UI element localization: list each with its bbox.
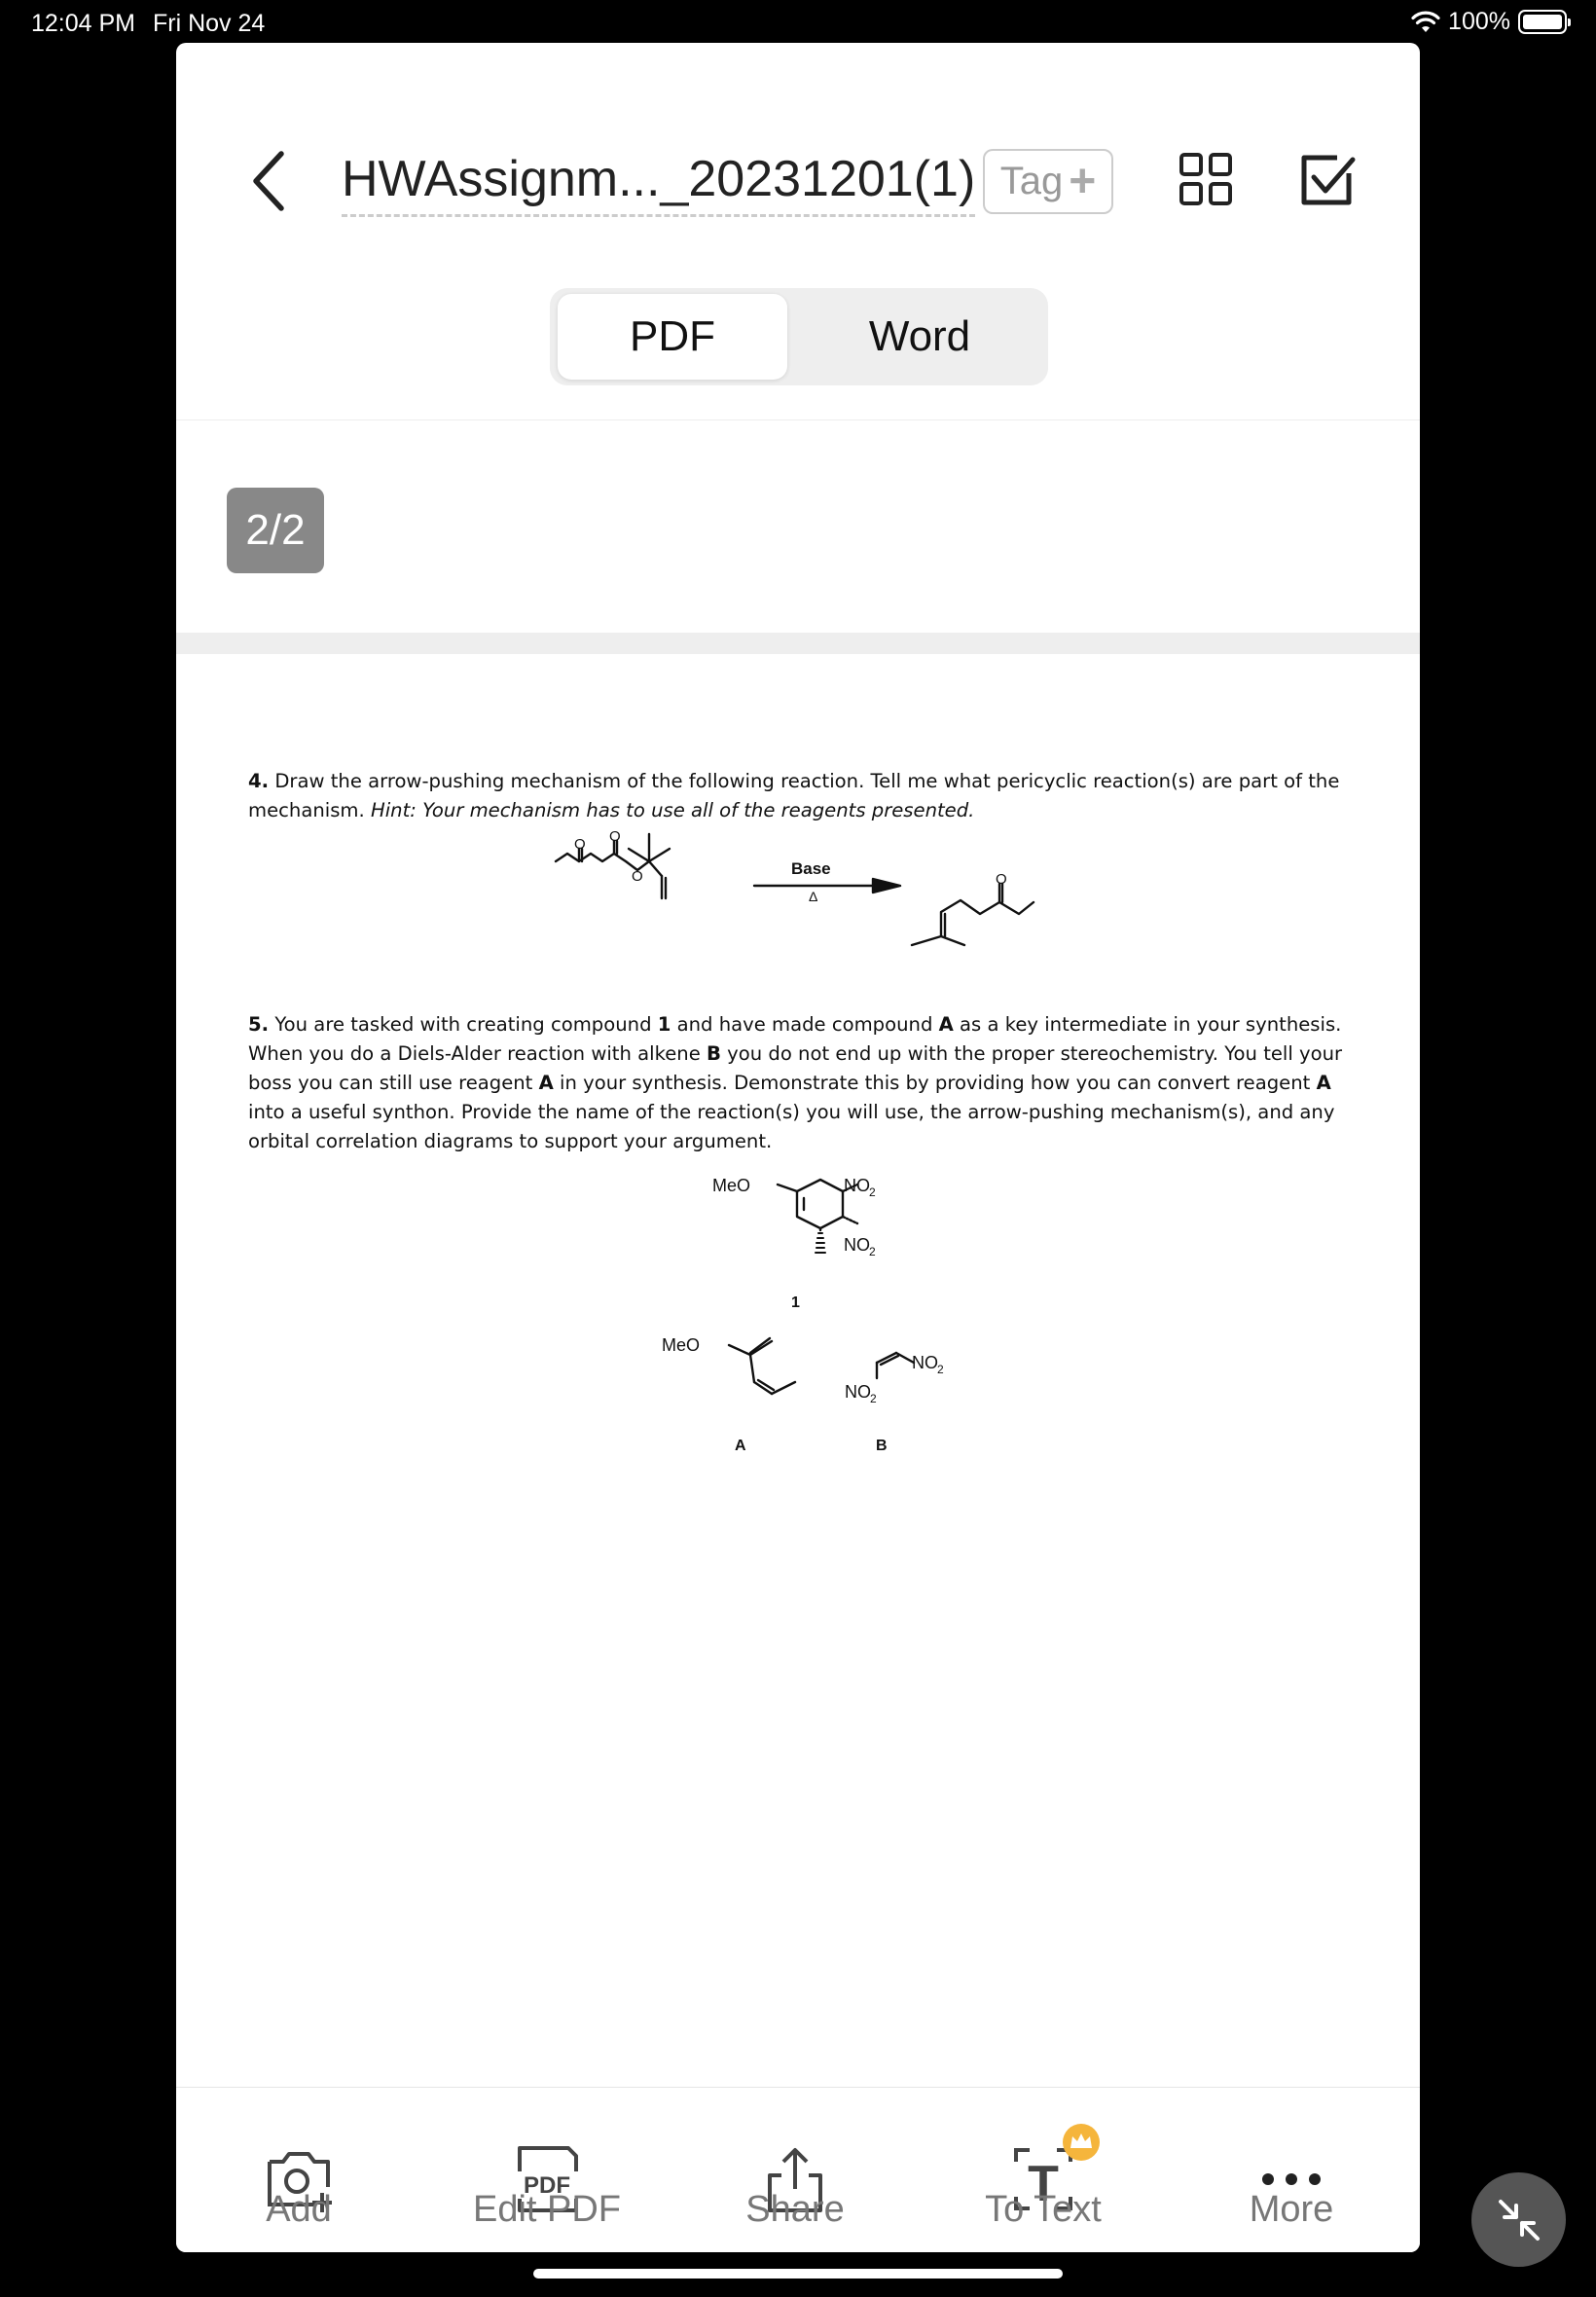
page-divider bbox=[176, 633, 1420, 654]
back-chevron-icon[interactable] bbox=[246, 146, 293, 216]
grid-view-icon[interactable] bbox=[1179, 152, 1233, 206]
edit-pdf-label: Edit PDF bbox=[472, 2189, 622, 2230]
compound-b-no2-bottom-sub: 2 bbox=[870, 1392, 877, 1405]
plus-icon: + bbox=[1069, 156, 1097, 207]
status-date: Fri Nov 24 bbox=[153, 10, 266, 37]
status-time: 12:04 PM bbox=[31, 10, 136, 37]
product-oxygen: O bbox=[996, 871, 1007, 888]
document-page: 4. Draw the arrow-pushing mechanism of t… bbox=[176, 654, 1420, 2093]
tag-button[interactable]: Tag + bbox=[983, 149, 1113, 214]
share-label: Share bbox=[745, 2189, 845, 2230]
format-switcher: PDF Word bbox=[550, 288, 1048, 385]
select-checkbox-icon[interactable] bbox=[1300, 152, 1357, 208]
more-button[interactable]: More bbox=[1194, 2088, 1389, 2252]
collapse-arrows-icon bbox=[1498, 2199, 1540, 2241]
reactant-oxygen-2: O bbox=[609, 828, 621, 845]
status-bar: 12:04 PM Fri Nov 24 100% bbox=[0, 0, 1596, 43]
share-button[interactable]: Share bbox=[698, 2088, 892, 2252]
header: HWAssignm..._20231201(1) Tag + PDF Word bbox=[176, 43, 1420, 420]
compound-1-no2-bottom: NO bbox=[844, 1235, 870, 1255]
tab-pdf[interactable]: PDF bbox=[558, 294, 787, 380]
document-sheet: HWAssignm..._20231201(1) Tag + PDF Word … bbox=[176, 43, 1420, 2252]
to-text-label: To Text bbox=[985, 2189, 1102, 2230]
compound-1-hashed-bond bbox=[815, 1232, 826, 1254]
battery-percent: 100% bbox=[1448, 8, 1510, 35]
battery-icon bbox=[1518, 10, 1571, 34]
compound-1-no2-top-sub: 2 bbox=[869, 1185, 876, 1199]
tab-word[interactable]: Word bbox=[799, 294, 1040, 380]
compound-1-meo: MeO bbox=[712, 1176, 750, 1195]
status-right: 100% bbox=[1411, 8, 1571, 36]
arrow-label-base: Base bbox=[791, 859, 831, 878]
bottom-toolbar: Add PDF Edit PDF Share T To Text More bbox=[176, 2087, 1420, 2252]
premium-crown-icon bbox=[1063, 2124, 1100, 2161]
compound-1-no2-bottom-sub: 2 bbox=[869, 1245, 876, 1258]
compound-b-structure bbox=[875, 1351, 916, 1380]
tag-label: Tag bbox=[999, 160, 1064, 202]
compound-1-label: 1 bbox=[791, 1294, 800, 1311]
q4-product-structure bbox=[910, 882, 1035, 947]
reactant-oxygen-1: O bbox=[574, 836, 586, 853]
compound-a-structure bbox=[727, 1336, 797, 1396]
chemical-structures: O O O O Base Δ MeO NO 2 NO 2 1 MeO A NO … bbox=[554, 828, 1035, 1454]
compound-a-label: A bbox=[735, 1438, 746, 1454]
compound-1-no2-top: NO bbox=[844, 1176, 870, 1195]
compound-b-no2-right: NO bbox=[912, 1353, 938, 1372]
more-label: More bbox=[1249, 2189, 1334, 2230]
page-gap bbox=[176, 420, 1420, 654]
reactant-ester-oxygen: O bbox=[632, 868, 643, 885]
wifi-icon bbox=[1411, 11, 1440, 32]
to-text-button[interactable]: T To Text bbox=[946, 2088, 1141, 2252]
add-label: Add bbox=[266, 2189, 332, 2230]
collapse-floating-button[interactable] bbox=[1471, 2172, 1566, 2267]
edit-pdf-button[interactable]: PDF Edit PDF bbox=[450, 2088, 644, 2252]
arrow-label-heat: Δ bbox=[809, 889, 817, 904]
arrow-head-icon bbox=[871, 877, 902, 894]
compound-b-label: B bbox=[876, 1438, 888, 1454]
page-indicator: 2/2 bbox=[227, 488, 324, 573]
document-title[interactable]: HWAssignm..._20231201(1) bbox=[342, 150, 976, 217]
compound-b-no2-bottom: NO bbox=[845, 1382, 871, 1402]
compound-b-no2-right-sub: 2 bbox=[937, 1363, 944, 1376]
compound-a-meo: MeO bbox=[662, 1335, 700, 1355]
home-indicator[interactable] bbox=[533, 2269, 1063, 2279]
add-button[interactable]: Add bbox=[201, 2088, 396, 2252]
